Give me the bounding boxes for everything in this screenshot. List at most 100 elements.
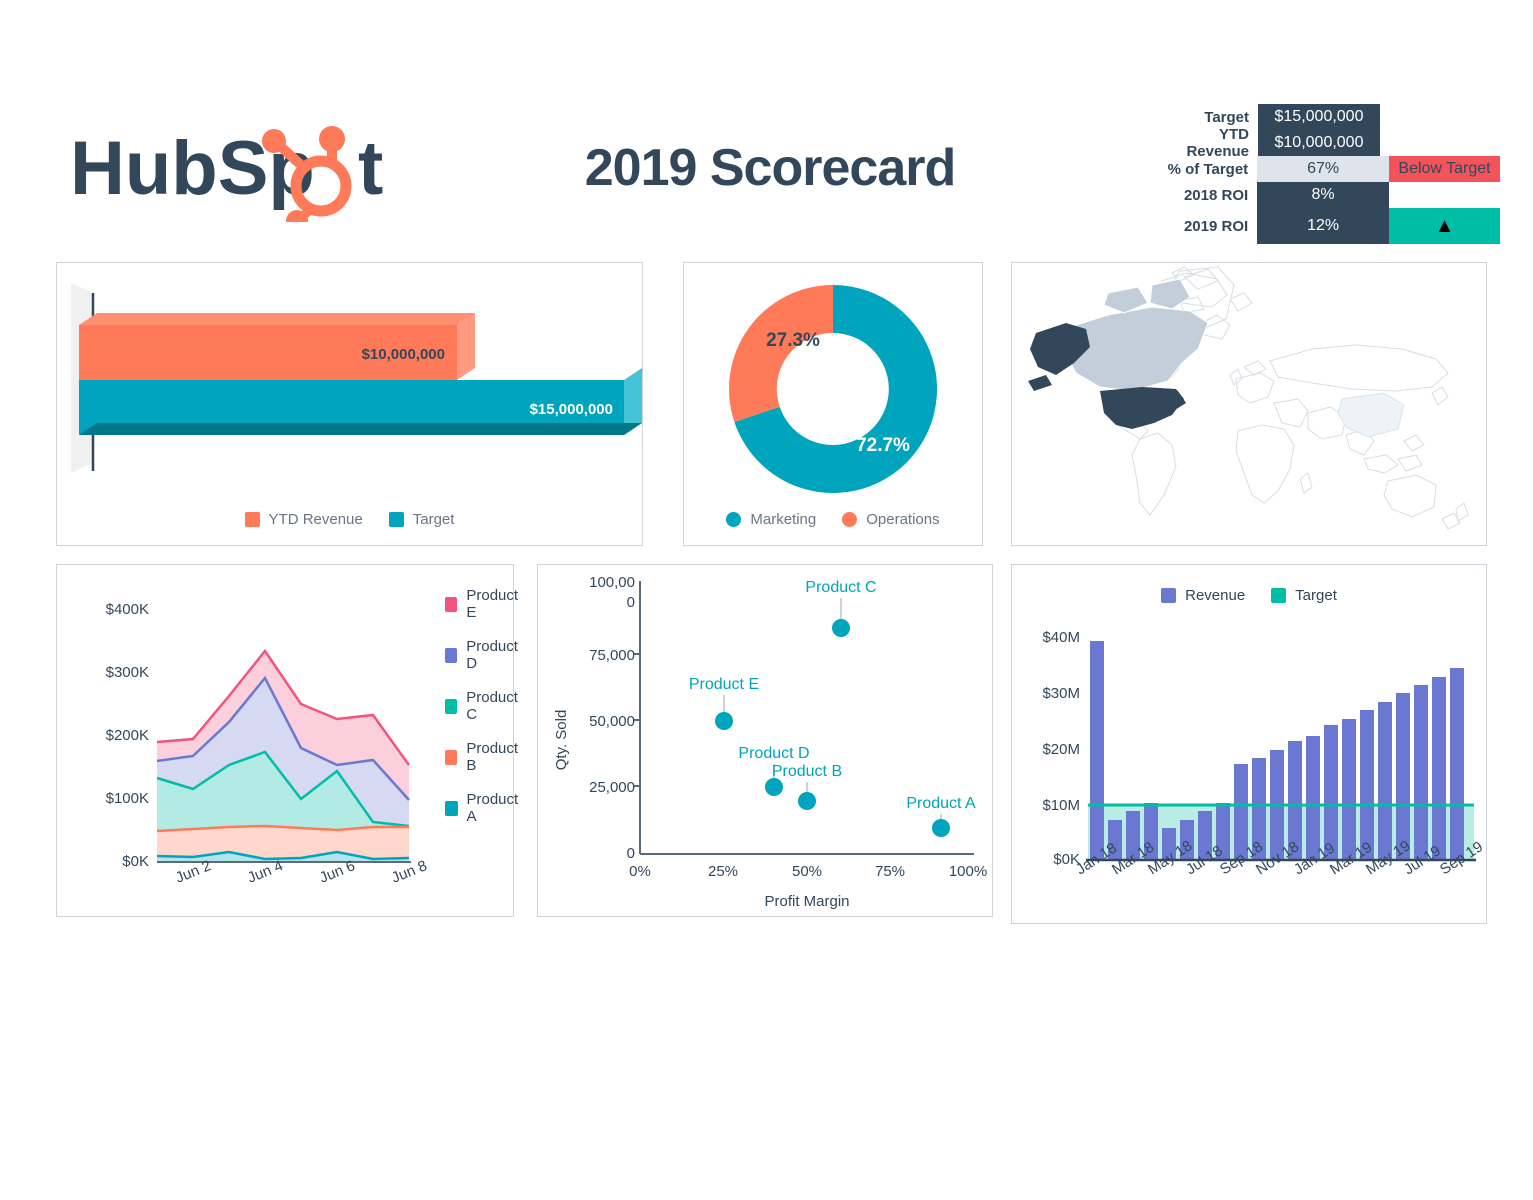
legend-item-product-a: Product A <box>445 791 521 825</box>
bar3d-label-revenue: $10,000,000 <box>362 346 445 363</box>
chart-panel-monthly-revenue: Revenue Target $0K $10M $20M $30M $40M J… <box>1011 564 1487 924</box>
legend-item-revenue: Revenue <box>1161 587 1245 604</box>
world-map-svg <box>1028 266 1469 530</box>
chart-panel-revenue-vs-target: $10,000,000 $15,000,000 YTD Revenue Targ… <box>56 262 643 546</box>
scatter-point-product-b <box>798 792 816 810</box>
scatter-xtick: 100% <box>949 863 987 880</box>
bar-aug-19 <box>1432 677 1446 859</box>
legend-item-marketing: Marketing <box>726 511 816 528</box>
kpi-label: 2018 ROI <box>1183 186 1249 204</box>
scatter-xtick: 0% <box>629 863 651 880</box>
bar-feb-19 <box>1324 725 1338 859</box>
kpi-row-2019-roi: 2019 ROI 12% ▲ <box>1155 208 1501 244</box>
legend-item-product-c: Product C <box>445 689 521 723</box>
kpi-row-2018-roi: 2018 ROI 8% <box>1155 182 1500 208</box>
legend-swatch-icon <box>445 596 458 612</box>
page-title: 2019 Scorecard <box>584 139 957 197</box>
area-y-axis: $0K $100K $200K $300K $400K <box>106 601 149 870</box>
scatter-point-labels: Product C Product E Product D Product B … <box>689 579 976 812</box>
scatter-svg: Qty. Sold 0 25,000 50,000 75,000 100,00 … <box>553 574 987 910</box>
barcol-ytick: $30M <box>1042 685 1080 702</box>
legend-item-product-d: Product D <box>445 638 521 672</box>
bar-jul-19 <box>1414 685 1428 859</box>
legend-label: Product D <box>466 638 518 672</box>
scatter-xtick: 75% <box>875 863 905 880</box>
bar-sep-19 <box>1450 668 1464 859</box>
scatter-label-product-a: Product A <box>906 795 976 812</box>
kpi-value: $15,000,000 <box>1258 104 1380 130</box>
chart-panel-margin-vs-qty: Qty. Sold 0 25,000 50,000 75,000 100,00 … <box>537 564 993 917</box>
scatter-point-product-d <box>765 778 783 796</box>
bar-apr-19 <box>1360 710 1374 859</box>
barcol-y-axis: $0K $10M $20M $30M $40M <box>1042 629 1080 868</box>
legend-label: Product A <box>466 791 519 825</box>
bar-mar-19 <box>1342 719 1356 859</box>
legend-label: Marketing <box>750 511 817 528</box>
bar3d-legend: YTD Revenue Target <box>57 511 642 528</box>
legend-dot-icon <box>726 512 742 527</box>
donut-slice-operations <box>729 285 833 422</box>
chart-panel-spend-mix: 27.3% 72.7% Marketing Operations <box>683 262 983 546</box>
area-ytick: $100K <box>106 790 149 807</box>
legend-label: YTD Revenue <box>268 511 363 528</box>
area-ytick: $200K <box>106 727 149 744</box>
scatter-x-axis: 0% 25% 50% 75% 100% <box>629 863 987 880</box>
legend-dot-icon <box>842 512 858 527</box>
scatter-label-product-d: Product D <box>738 745 809 762</box>
kpi-value: 8% <box>1257 182 1389 208</box>
legend-label: Product C <box>466 689 518 723</box>
kpi-flag <box>1389 182 1500 208</box>
chart-panel-product-revenue: $0K $100K $200K $300K $400K Jun 2 Jun 4 … <box>56 564 518 917</box>
legend-item-target: Target <box>388 511 454 528</box>
scatter-ytick-top-line2: 0 <box>627 594 635 611</box>
legend-label: Product B <box>466 740 519 774</box>
scatter-ytick: 0 <box>627 845 635 862</box>
legend-swatch-icon <box>445 749 458 765</box>
scatter-ytick: 75,000 <box>589 647 635 664</box>
bar-jun-19 <box>1396 693 1410 859</box>
barcol-ytick: $10M <box>1042 797 1080 814</box>
bar3d-svg: $10,000,000 $15,000,000 <box>71 283 642 473</box>
scatter-y-axis-title: Qty. Sold <box>553 710 570 771</box>
scatter-xtick: 50% <box>792 863 822 880</box>
kpi-label: 2019 ROI <box>1183 217 1249 235</box>
kpi-label: YTD Revenue <box>1186 126 1249 160</box>
donut-svg: 27.3% 72.7% <box>729 285 938 493</box>
area-ytick: $300K <box>106 664 149 681</box>
legend-swatch-icon <box>445 647 458 663</box>
kpi-trend-up-icon: ▲ <box>1389 208 1501 244</box>
scatter-point-product-c <box>832 619 850 637</box>
kpi-summary-table: Target $15,000,000 YTD Revenue $10,000,0… <box>1155 104 1501 244</box>
bar-may-19 <box>1378 702 1392 859</box>
legend-label: Target <box>1295 587 1337 604</box>
kpi-flag <box>1380 104 1492 130</box>
area-ytick: $400K <box>106 601 149 618</box>
legend-swatch-icon <box>1271 588 1287 603</box>
legend-item-target: Target <box>1271 587 1337 604</box>
legend-item-ytd-revenue: YTD Revenue <box>244 511 363 528</box>
legend-swatch-icon <box>388 512 404 527</box>
donut-legend: Marketing Operations <box>684 511 982 528</box>
area-legend: Product E Product D Product C Product B … <box>445 587 521 825</box>
legend-swatch-icon <box>1161 588 1177 603</box>
scatter-y-axis: 0 25,000 50,000 75,000 100,00 0 <box>589 574 635 862</box>
scatter-label-product-b: Product B <box>772 763 842 780</box>
barcol-ytick: $20M <box>1042 741 1080 758</box>
dashboard-canvas: HubSp t 2019 Scorecard Target $15,000,00… <box>0 0 1533 1200</box>
kpi-flag <box>1380 130 1492 156</box>
legend-swatch-icon <box>244 512 260 527</box>
map-region-canada-arctic <box>1149 278 1191 310</box>
scatter-x-axis-title: Profit Margin <box>764 893 849 910</box>
kpi-value: 67% <box>1257 156 1389 182</box>
legend-swatch-icon <box>445 698 458 714</box>
chart-panel-region-map <box>1011 262 1487 546</box>
kpi-status-badge: Below Target <box>1389 156 1501 182</box>
bar3d-label-target: $15,000,000 <box>530 401 613 418</box>
bar-jan-19 <box>1306 736 1320 859</box>
area-band-product-b <box>157 826 409 859</box>
legend-item-product-b: Product B <box>445 740 521 774</box>
area-ytick: $0K <box>122 853 149 870</box>
scatter-point-product-a <box>932 819 950 837</box>
barcol-bars <box>1090 641 1464 859</box>
barcol-svg: $0K $10M $20M $30M $40M Jan 18 Mar 18 Ma… <box>1042 629 1486 878</box>
